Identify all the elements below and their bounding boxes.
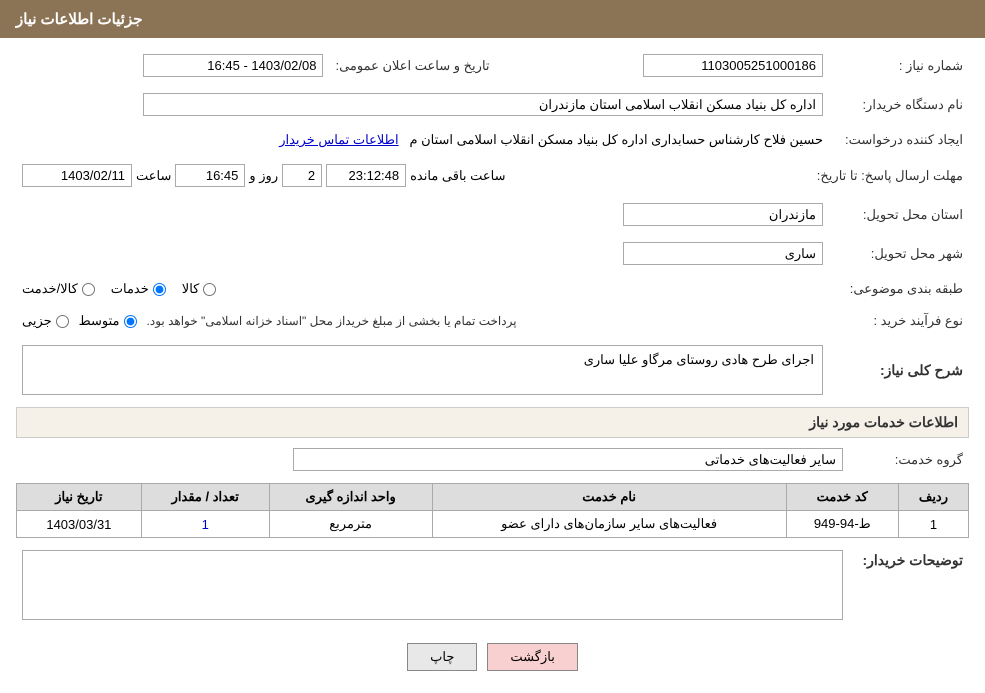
nam-dastgah-label: نام دستگاه خریدار: <box>829 89 969 120</box>
col-radif: ردیف <box>898 484 968 511</box>
ijad-label: ایجاد کننده درخواست: <box>829 128 969 152</box>
sharh-value-cell: اجرای طرح هادی روستای مرگاو علیا ساری <box>16 341 829 399</box>
radio-jazei-label: جزیی <box>22 313 52 329</box>
info-table-tosih: توضیحات خریدار: <box>16 546 969 627</box>
tosih-label: توضیحات خریدار: <box>849 546 969 627</box>
radio-kala-khadamat-label: کالا/خدمت <box>22 281 78 297</box>
mohlat-date-input[interactable] <box>22 164 132 187</box>
radio-kala: کالا <box>182 281 217 297</box>
info-table-grooh: گروه خدمت: <box>16 444 969 475</box>
shomara-niaz-label: شماره نیاز : <box>829 50 969 81</box>
noe-pa-desc: پرداخت تمام یا بخشی از مبلغ خریداز محل "… <box>147 314 517 328</box>
grooh-value <box>16 444 849 475</box>
nam-dastgah-input[interactable] <box>143 93 823 116</box>
radio-kala-khadamat: کالا/خدمت <box>22 281 95 297</box>
radio-khadamat-input[interactable] <box>153 283 166 296</box>
info-table-1: شماره نیاز : تاریخ و ساعت اعلان عمومی: <box>16 50 969 81</box>
info-table-2: نام دستگاه خریدار: <box>16 89 969 120</box>
radio-jazei-input[interactable] <box>56 315 69 328</box>
tabaqa-label: طبقه بندی موضوعی: <box>829 277 969 301</box>
mohlat-saat-input[interactable] <box>175 164 245 187</box>
sharh-box: اجرای طرح هادی روستای مرگاو علیا ساری <box>22 345 823 395</box>
noe-pa-label: نوع فرآیند خرید : <box>829 309 969 333</box>
col-name: نام خدمت <box>432 484 786 511</box>
grooh-input[interactable] <box>293 448 843 471</box>
ijad-text: حسین فلاح کارشناس حسابداری اداره کل بنیا… <box>409 132 823 147</box>
radio-khadamat-label: خدمات <box>111 281 149 297</box>
nam-dastgah-value <box>16 89 829 120</box>
khadamat-section-title: اطلاعات خدمات مورد نیاز <box>16 407 969 438</box>
radio-kala-label: کالا <box>182 281 200 297</box>
tarikh-aelan-input[interactable] <box>143 54 323 77</box>
button-group: بازگشت چاپ <box>16 643 969 671</box>
col-tarikh: تاریخ نیاز <box>17 484 142 511</box>
info-table-4: مهلت ارسال پاسخ: تا تاریخ: ساعت روز و سا… <box>16 160 969 191</box>
mohlat-roz-label: روز و <box>249 168 278 184</box>
shahr-input[interactable] <box>623 242 823 265</box>
services-table: ردیف کد خدمت نام خدمت واحد اندازه گیری ت… <box>16 483 969 538</box>
noe-pa-values: جزیی متوسط پرداخت تمام یا بخشی از مبلغ خ… <box>16 309 829 333</box>
info-table-6: شهر محل تحویل: <box>16 238 969 269</box>
main-content: شماره نیاز : تاریخ و ساعت اعلان عمومی: ن… <box>0 38 985 693</box>
mohlat-label: مهلت ارسال پاسخ: تا تاریخ: <box>811 160 969 191</box>
mohlat-roz-input[interactable] <box>282 164 322 187</box>
ostan-label: استان محل تحویل: <box>829 199 969 230</box>
info-table-7: طبقه بندی موضوعی: کالا/خدمت خدمات کالا <box>16 277 969 301</box>
shahr-value <box>16 238 829 269</box>
sharh-label: شرح کلی نیاز: <box>829 341 969 399</box>
ostan-value <box>16 199 829 230</box>
shahr-label: شهر محل تحویل: <box>829 238 969 269</box>
sharh-text: اجرای طرح هادی روستای مرگاو علیا ساری <box>584 352 814 367</box>
tabaqa-radios: کالا/خدمت خدمات کالا <box>16 277 829 301</box>
page-header: جزئیات اطلاعات نیاز <box>0 0 985 38</box>
tarikh-aelan-value <box>16 50 329 81</box>
col-vahed: واحد اندازه گیری <box>269 484 432 511</box>
bazgasht-button[interactable]: بازگشت <box>487 643 577 671</box>
col-tedad: تعداد / مقدار <box>141 484 269 511</box>
col-kod: کد خدمت <box>786 484 898 511</box>
mohlat-saat-label: ساعت <box>136 168 171 184</box>
radio-motevaset-label: متوسط <box>79 313 120 329</box>
tarikh-aelan-label: تاریخ و ساعت اعلان عمومی: <box>329 50 495 81</box>
radio-kala-input[interactable] <box>203 283 216 296</box>
chap-button[interactable]: چاپ <box>407 643 477 671</box>
table-row: 1ط-94-949فعالیت‌های سایر سازمان‌های دارا… <box>17 511 969 538</box>
radio-motevaset: متوسط <box>79 313 137 329</box>
table-cell: 1 <box>898 511 968 538</box>
radio-khadamat: خدمات <box>111 281 166 297</box>
radio-motevaset-input[interactable] <box>124 315 137 328</box>
table-cell: 1403/03/31 <box>17 511 142 538</box>
shomara-niaz-value <box>516 50 829 81</box>
table-cell: 1 <box>141 511 269 538</box>
ostan-input[interactable] <box>623 203 823 226</box>
page-title: جزئیات اطلاعات نیاز <box>16 11 143 28</box>
table-cell: مترمربع <box>269 511 432 538</box>
grooh-label: گروه خدمت: <box>849 444 969 475</box>
ijad-value: حسین فلاح کارشناس حسابداری اداره کل بنیا… <box>16 128 829 152</box>
info-table-3: ایجاد کننده درخواست: حسین فلاح کارشناس ح… <box>16 128 969 152</box>
mohlat-baqi-label: ساعت باقی مانده <box>410 168 505 184</box>
tosih-value-cell <box>16 546 849 627</box>
info-table-5: استان محل تحویل: <box>16 199 969 230</box>
table-cell: فعالیت‌های سایر سازمان‌های دارای عضو <box>432 511 786 538</box>
ijad-link[interactable]: اطلاعات تماس خریدار <box>279 132 398 147</box>
page-wrapper: جزئیات اطلاعات نیاز شماره نیاز : تاریخ و… <box>0 0 985 693</box>
mohlat-values: ساعت روز و ساعت باقی مانده <box>16 160 811 191</box>
radio-kala-khadamat-input[interactable] <box>82 283 95 296</box>
shomara-niaz-input[interactable] <box>643 54 823 77</box>
info-table-sharh: شرح کلی نیاز: اجرای طرح هادی روستای مرگا… <box>16 341 969 399</box>
table-cell: ط-94-949 <box>786 511 898 538</box>
tosih-textarea[interactable] <box>22 550 843 620</box>
radio-jazei: جزیی <box>22 313 69 329</box>
info-table-8: نوع فرآیند خرید : جزیی متوسط پرداخت تمام… <box>16 309 969 333</box>
mohlat-baqi-input[interactable] <box>326 164 406 187</box>
